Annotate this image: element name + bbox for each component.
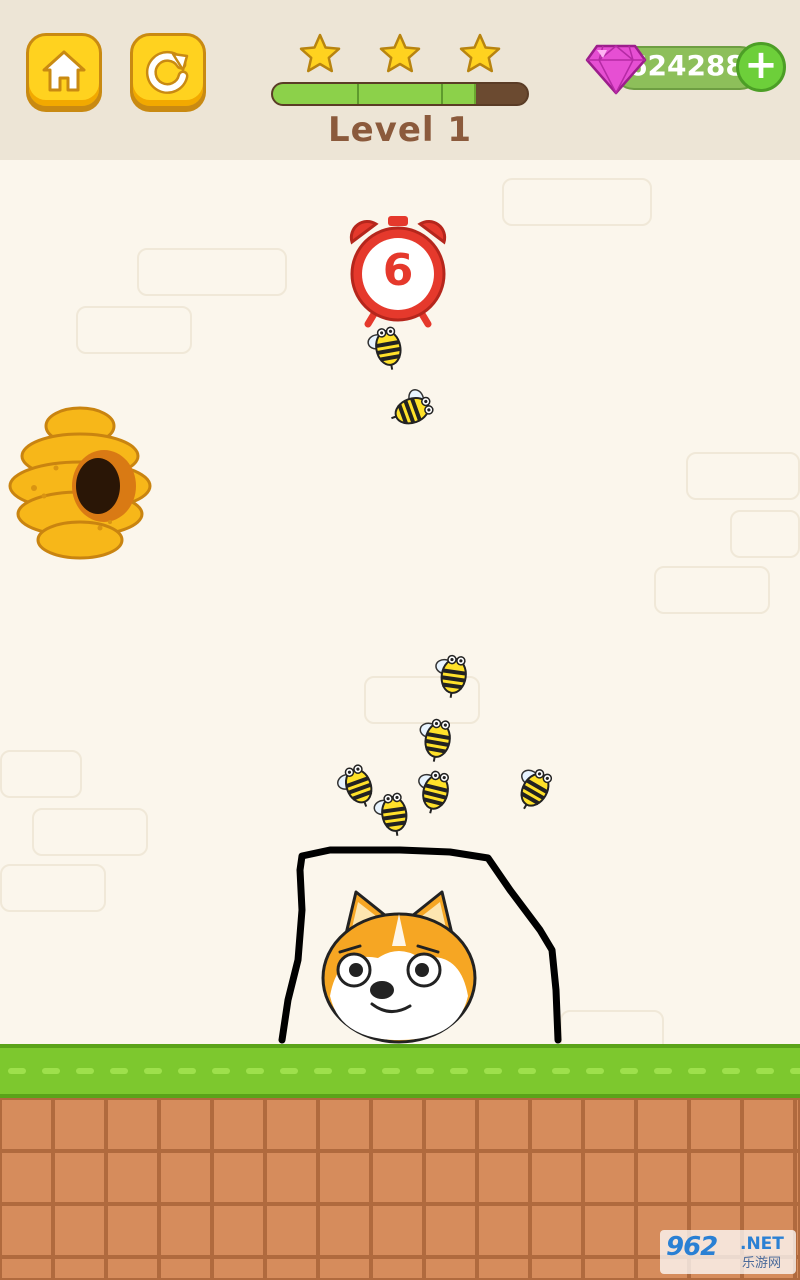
dirt-tile: [53, 1151, 106, 1204]
dirt-tile: [477, 1257, 530, 1280]
dirt-tile: [265, 1257, 318, 1280]
dirt-tile: [742, 1151, 795, 1204]
grass-dash: [450, 1068, 468, 1074]
grass-dash: [416, 1068, 434, 1074]
watermark-sub: 乐游网: [742, 1256, 782, 1271]
dirt-tile: [212, 1098, 265, 1151]
dirt-tile: [583, 1204, 636, 1257]
dirt-tile: [265, 1204, 318, 1257]
dirt-tile: [212, 1151, 265, 1204]
dirt-tile: [530, 1098, 583, 1151]
grass-dash: [76, 1068, 94, 1074]
dirt-tile: [0, 1098, 53, 1151]
dirt-tile: [424, 1151, 477, 1204]
dirt-tile: [106, 1257, 159, 1280]
dirt-tile: [318, 1204, 371, 1257]
dirt-tile: [53, 1098, 106, 1151]
dirt-tile: [159, 1098, 212, 1151]
grass-dash: [42, 1068, 60, 1074]
shiba-dog-face: [321, 890, 477, 1044]
dirt-tile: [212, 1257, 265, 1280]
watermark-brand: 962: [666, 1232, 718, 1262]
dirt-tile: [424, 1257, 477, 1280]
grass-dash: [246, 1068, 264, 1074]
grass-dash: [8, 1068, 26, 1074]
dirt-tile: [371, 1257, 424, 1280]
dirt-tile: [159, 1151, 212, 1204]
grass-dash: [518, 1068, 536, 1074]
dirt-tile: [477, 1151, 530, 1204]
dirt-tile: [583, 1257, 636, 1280]
grass-dash: [348, 1068, 366, 1074]
dirt-tile: [371, 1151, 424, 1204]
dirt-tile: [636, 1098, 689, 1151]
dirt-tile: [371, 1204, 424, 1257]
dirt-tile: [318, 1151, 371, 1204]
dirt-tile: [795, 1151, 800, 1204]
dirt-tile: [53, 1204, 106, 1257]
dirt-tile: [159, 1204, 212, 1257]
dirt-tile: [0, 1257, 53, 1280]
dirt-tile: [159, 1257, 212, 1280]
dirt-tile: [530, 1151, 583, 1204]
dirt-tile: [265, 1098, 318, 1151]
grass-dash: [280, 1068, 298, 1074]
dirt-tile: [530, 1204, 583, 1257]
grass-dash: [756, 1068, 774, 1074]
dirt-tile: [0, 1151, 53, 1204]
dirt-tile: [0, 1204, 53, 1257]
dirt-tile: [689, 1151, 742, 1204]
grass-dash: [552, 1068, 570, 1074]
dirt-tile: [583, 1098, 636, 1151]
dirt-tile: [636, 1151, 689, 1204]
grass-dash: [212, 1068, 230, 1074]
dirt-tile: [318, 1257, 371, 1280]
dirt-tile: [424, 1204, 477, 1257]
dirt-tile: [371, 1098, 424, 1151]
dirt-tile: [212, 1204, 265, 1257]
grass-dash: [178, 1068, 196, 1074]
dirt-tile: [530, 1257, 583, 1280]
dirt-tile: [477, 1098, 530, 1151]
dirt-tile: [106, 1098, 159, 1151]
dirt-tile: [424, 1098, 477, 1151]
watermark-net: .NET: [740, 1234, 784, 1254]
grass-dash: [790, 1068, 800, 1074]
grass-dash: [586, 1068, 604, 1074]
dirt-tile: [106, 1151, 159, 1204]
grass-dash: [382, 1068, 400, 1074]
dirt-tile: [53, 1257, 106, 1280]
grass-dash: [110, 1068, 128, 1074]
dirt-tile: [583, 1151, 636, 1204]
grass-dash: [314, 1068, 332, 1074]
grass-dash: [654, 1068, 672, 1074]
grass-dash: [620, 1068, 638, 1074]
dirt-tile: [477, 1204, 530, 1257]
dirt-tile: [265, 1151, 318, 1204]
dirt-tile: [689, 1098, 742, 1151]
dirt-tile: [795, 1098, 800, 1151]
grass-dash: [484, 1068, 502, 1074]
dirt-tile: [318, 1098, 371, 1151]
dirt-tile: [106, 1204, 159, 1257]
dirt-tile: [742, 1098, 795, 1151]
grass-dash: [688, 1068, 706, 1074]
grass-dash: [722, 1068, 740, 1074]
grass-dash: [144, 1068, 162, 1074]
